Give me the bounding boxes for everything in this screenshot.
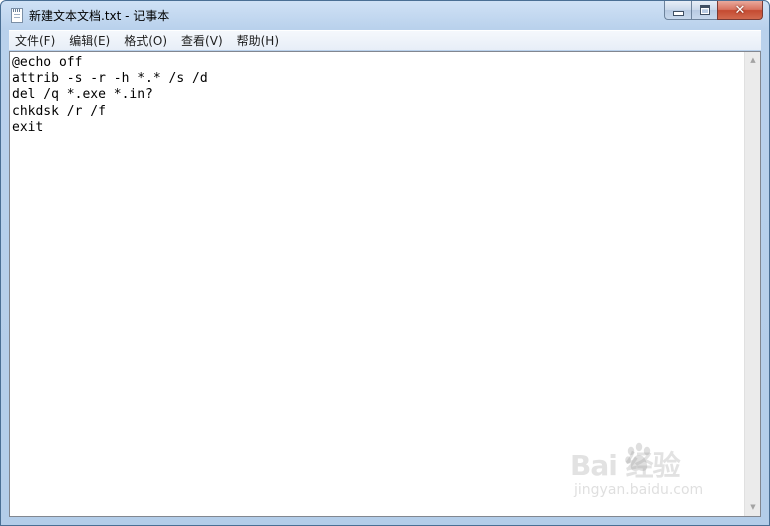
caption-buttons: ✕ <box>664 1 763 21</box>
maximize-button[interactable] <box>691 1 717 20</box>
scroll-down-icon[interactable]: ▼ <box>745 499 761 516</box>
menu-file[interactable]: 文件(F) <box>9 32 62 50</box>
notepad-window: 新建文本文档.txt - 记事本 ✕ 文件(F) 编辑(E) 格式(O) 查看(… <box>0 0 770 526</box>
window-title: 新建文本文档.txt - 记事本 <box>29 9 170 23</box>
scroll-up-icon[interactable]: ▲ <box>745 52 761 69</box>
vertical-scrollbar[interactable]: ▲ ▼ <box>744 52 760 516</box>
menu-edit[interactable]: 编辑(E) <box>62 32 117 50</box>
menu-format[interactable]: 格式(O) <box>117 32 174 50</box>
menu-bar: 文件(F) 编辑(E) 格式(O) 查看(V) 帮助(H) <box>9 30 761 50</box>
notepad-icon[interactable] <box>11 8 23 23</box>
text-edit-area[interactable]: @echo off attrib -s -r -h *.* /s /d del … <box>10 52 744 516</box>
minimize-icon <box>672 10 684 16</box>
editor-frame: @echo off attrib -s -r -h *.* /s /d del … <box>9 51 761 517</box>
maximize-icon <box>699 5 710 15</box>
minimize-button[interactable] <box>664 1 691 20</box>
menu-help[interactable]: 帮助(H) <box>230 32 286 50</box>
editor-content[interactable]: @echo off attrib -s -r -h *.* /s /d del … <box>10 52 744 136</box>
close-button[interactable]: ✕ <box>717 1 763 20</box>
close-icon: ✕ <box>734 2 746 18</box>
menu-view[interactable]: 查看(V) <box>174 32 230 50</box>
title-bar[interactable]: 新建文本文档.txt - 记事本 ✕ <box>1 1 769 30</box>
